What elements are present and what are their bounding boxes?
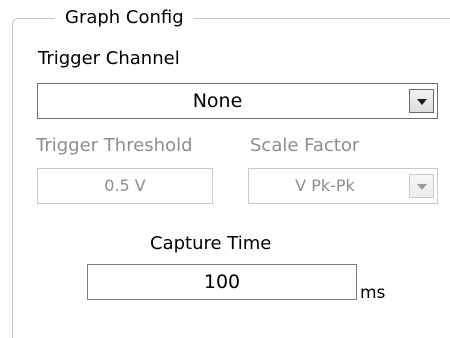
scale-factor-label: Scale Factor [250, 135, 360, 156]
capture-time-label: Capture Time [150, 233, 272, 254]
group-title: Graph Config [55, 6, 194, 30]
capture-time-unit: ms [360, 283, 386, 303]
trigger-threshold-label: Trigger Threshold [36, 135, 193, 156]
scale-factor-dropdown: V Pk-Pk [248, 168, 438, 204]
trigger-channel-dropdown[interactable]: None [37, 83, 438, 119]
chevron-down-icon [417, 184, 427, 190]
chevron-down-icon [417, 99, 427, 105]
trigger-threshold-input: 0.5 V [37, 168, 213, 204]
trigger-channel-selected-value: None [192, 90, 243, 112]
capture-time-input[interactable] [87, 264, 357, 300]
trigger-channel-dropdown-button[interactable] [409, 89, 434, 113]
trigger-channel-label: Trigger Channel [38, 48, 180, 69]
scale-factor-dropdown-button [409, 174, 434, 198]
scale-factor-selected-value: V Pk-Pk [295, 176, 355, 195]
